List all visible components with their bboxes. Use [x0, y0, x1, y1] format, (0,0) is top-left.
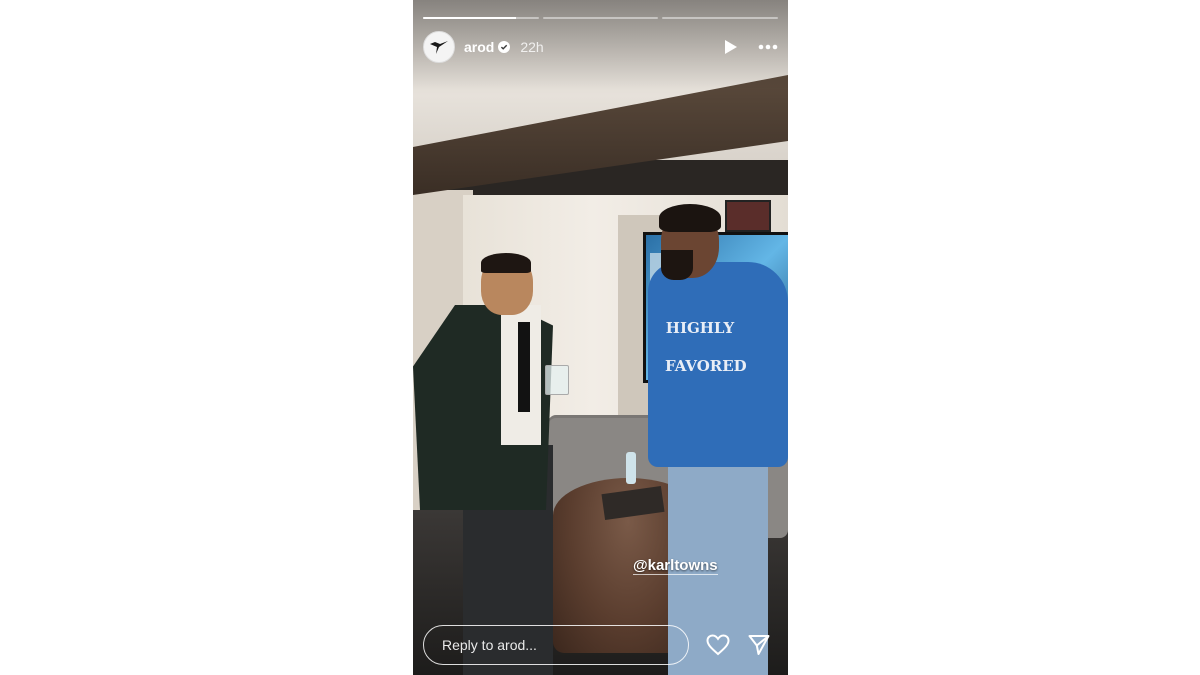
progress-segment [542, 17, 659, 19]
photo-person-hoodie-beard [661, 250, 693, 280]
story-timestamp: 22h [520, 39, 544, 55]
play-icon [725, 40, 737, 54]
reply-input[interactable] [423, 625, 689, 665]
story-username[interactable]: arod [464, 39, 494, 55]
progress-segment [662, 17, 779, 19]
hoodie-text-line1: HIGHLY [665, 319, 735, 337]
verified-badge-icon [498, 41, 511, 53]
mention-sticker[interactable]: @karltowns [633, 557, 718, 575]
photo-water-bottle [626, 452, 636, 484]
photo-hoodie-print: HIGHLY FAVORED [665, 318, 747, 376]
story-header: arod 22h [423, 31, 778, 63]
reply-actions [706, 634, 770, 656]
story-viewer: HIGHLY FAVORED arod 22h @karltowns Reply… [413, 0, 788, 675]
hoodie-text-line2: FAVORED [665, 357, 747, 375]
share-button[interactable] [748, 634, 770, 656]
like-button[interactable] [706, 634, 730, 656]
arod-logo-icon [430, 41, 448, 54]
more-options-icon [758, 44, 778, 50]
photo-drink-cup [545, 365, 569, 395]
story-reply-bar [423, 624, 778, 666]
story-progress-bar [423, 17, 779, 20]
more-options-button[interactable] [758, 44, 778, 50]
progress-fill [423, 17, 516, 19]
play-button[interactable] [724, 39, 738, 55]
story-photo: HIGHLY FAVORED [413, 0, 788, 675]
photo-person-suit-tie [518, 322, 530, 412]
heart-icon [706, 634, 730, 656]
send-icon [748, 635, 770, 655]
photo-person-suit-hair [481, 253, 531, 273]
progress-segment [423, 17, 539, 19]
header-actions [724, 39, 778, 55]
photo-vent [725, 200, 771, 232]
avatar[interactable] [423, 31, 455, 63]
photo-person-hoodie-hair [659, 204, 721, 232]
